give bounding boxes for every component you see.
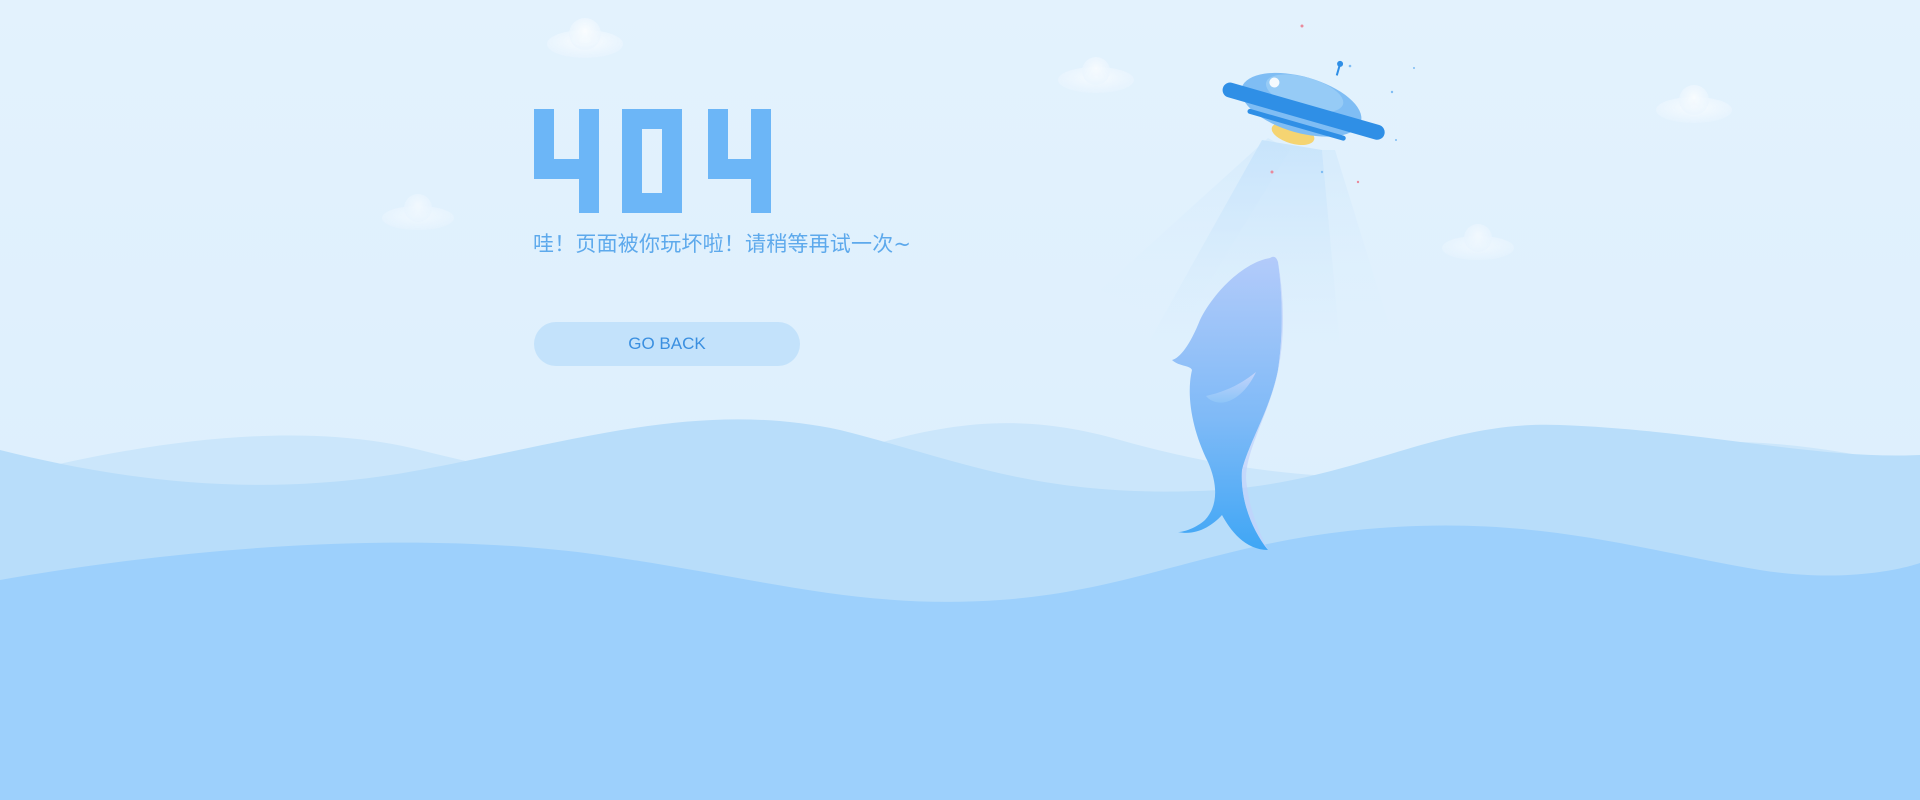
ufo-icon	[1222, 60, 1385, 145]
cloud-icon	[1058, 57, 1134, 93]
cloud-icon	[1656, 85, 1732, 123]
cloud-icon	[1442, 224, 1514, 260]
error-code: 404	[534, 109, 771, 213]
error-404-scene: 404 哇！页面被你玩坏啦！请稍等再试一次~ GO BACK	[0, 0, 1920, 800]
cloud-icon	[382, 194, 454, 230]
error-message: 哇！页面被你玩坏啦！请稍等再试一次~	[533, 232, 912, 256]
go-back-button[interactable]: GO BACK	[534, 322, 800, 366]
cloud-icon	[547, 18, 623, 58]
error-code-digits	[534, 109, 771, 213]
background-illustration	[0, 18, 1920, 800]
